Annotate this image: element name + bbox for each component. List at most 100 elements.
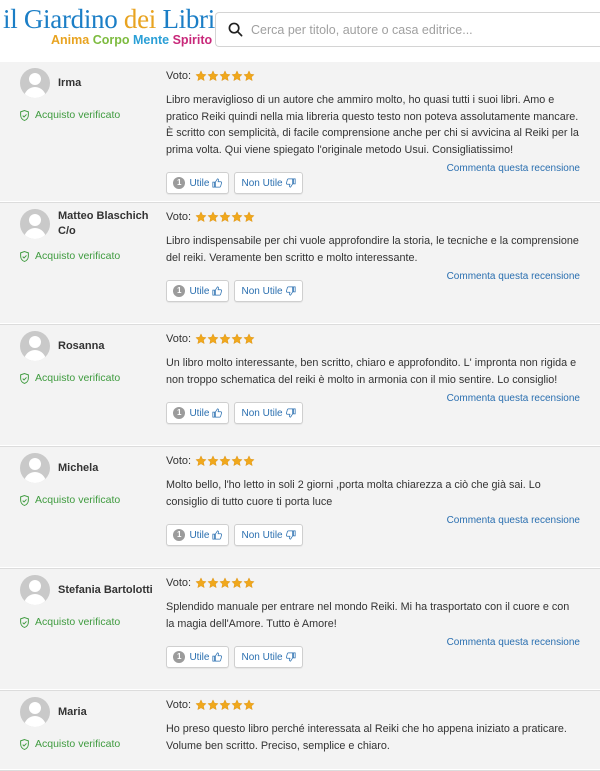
review-username: Rosanna <box>58 339 105 352</box>
review-author: Matteo Blaschich C/o Acquisto verificato <box>0 203 160 323</box>
rating-label: Voto: <box>166 699 192 711</box>
star-icon <box>231 699 243 711</box>
thumbs-down-icon <box>283 530 296 540</box>
logo-libri: Libri <box>162 4 215 34</box>
star-icon <box>231 577 243 589</box>
non-utile-button[interactable]: Non Utile <box>234 280 303 302</box>
review-author: Michela Acquisto verificato <box>0 447 160 567</box>
review-content: Voto: Splendido manuale per entrare nel m… <box>160 569 600 689</box>
utile-label: Utile <box>189 529 210 541</box>
review-author: Maria Acquisto verificato <box>0 691 160 769</box>
rating: Voto: <box>166 68 580 84</box>
reviews-list: Irma Acquisto verificato Voto: Libro meravi… <box>0 62 600 771</box>
non-utile-button[interactable]: Non Utile <box>234 402 303 424</box>
star-icon <box>219 455 231 467</box>
verified-badge: Acquisto verificato <box>20 616 160 628</box>
thumbs-up-icon <box>209 652 223 662</box>
shield-check-icon <box>20 372 35 384</box>
review-content: Voto: Libro indispensabile per chi vuole … <box>160 203 600 323</box>
utile-button[interactable]: 1 Utile <box>166 402 230 424</box>
review-actions: 1 Utile Non Utile Commenta questa recension… <box>166 271 580 302</box>
shield-check-icon <box>20 494 35 506</box>
commenta-link[interactable]: Commenta questa recensione <box>447 393 580 404</box>
review-content: Voto: Un libro molto interessante, ben sc… <box>160 325 600 445</box>
non-utile-button[interactable]: Non Utile <box>234 646 303 668</box>
utile-count: 1 <box>173 177 186 189</box>
non-utile-label: Non Utile <box>241 529 283 541</box>
thumbs-down-icon <box>283 408 296 418</box>
verified-badge: Acquisto verificato <box>20 250 160 262</box>
non-utile-label: Non Utile <box>241 285 283 297</box>
star-icon <box>207 577 219 589</box>
commenta-link[interactable]: Commenta questa recensione <box>447 637 580 648</box>
star-icon <box>243 333 255 345</box>
rating-stars <box>195 577 255 589</box>
non-utile-label: Non Utile <box>241 407 283 419</box>
star-icon <box>207 333 219 345</box>
review-card: Michela Acquisto verificato Voto: Molto bel… <box>0 447 600 569</box>
rating: Voto: <box>166 331 580 347</box>
rating: Voto: <box>166 697 580 713</box>
search-bar[interactable] <box>215 12 600 47</box>
avatar <box>20 697 50 727</box>
star-icon <box>195 70 207 82</box>
site-header: il Giardino dei Libri Anima Corpo Mente … <box>0 0 600 62</box>
rating-stars <box>195 333 255 345</box>
star-icon <box>207 455 219 467</box>
avatar <box>20 575 50 605</box>
search-icon[interactable] <box>219 12 251 47</box>
review-card: Irma Acquisto verificato Voto: Libro meravi… <box>0 62 600 203</box>
verified-badge: Acquisto verificato <box>20 109 160 121</box>
star-icon <box>243 699 255 711</box>
rating-label: Voto: <box>166 333 192 345</box>
review-actions: 1 Utile Non Utile Commenta questa recension… <box>166 163 580 194</box>
review-actions: 1 Utile Non Utile Commenta questa recension… <box>166 393 580 424</box>
non-utile-button[interactable]: Non Utile <box>234 524 303 546</box>
review-content: Voto: Ho preso questo libro perché intere… <box>160 691 600 769</box>
rating-label: Voto: <box>166 211 192 223</box>
utile-button[interactable]: 1 Utile <box>166 524 230 546</box>
utile-button[interactable]: 1 Utile <box>166 172 230 194</box>
non-utile-label: Non Utile <box>241 651 283 663</box>
star-icon <box>231 333 243 345</box>
review-username: Michela <box>58 461 99 474</box>
star-icon <box>243 577 255 589</box>
thumbs-up-icon <box>209 178 223 188</box>
commenta-link[interactable]: Commenta questa recensione <box>447 515 580 526</box>
avatar <box>20 209 50 239</box>
star-icon <box>243 211 255 223</box>
utile-button[interactable]: 1 Utile <box>166 646 230 668</box>
commenta-link[interactable]: Commenta questa recensione <box>447 163 580 174</box>
review-text: Libro meraviglioso di un autore che ammi… <box>166 94 579 156</box>
star-icon <box>243 70 255 82</box>
thumbs-up-icon <box>209 408 223 418</box>
review-text: Libro indispensabile per chi vuole appro… <box>166 235 579 264</box>
star-icon <box>207 699 219 711</box>
review-username: Maria <box>58 705 87 718</box>
star-icon <box>243 455 255 467</box>
avatar <box>20 331 50 361</box>
rating-stars <box>195 455 255 467</box>
rating-stars <box>195 699 255 711</box>
search-input[interactable] <box>251 22 571 37</box>
star-icon <box>207 211 219 223</box>
non-utile-button[interactable]: Non Utile <box>234 172 303 194</box>
verified-label: Acquisto verificato <box>35 372 121 384</box>
rating-label: Voto: <box>166 70 192 82</box>
site-logo[interactable]: il Giardino dei Libri Anima Corpo Mente … <box>0 0 215 62</box>
utile-label: Utile <box>189 651 210 663</box>
tagline-mente: Mente <box>132 33 170 47</box>
logo-dei: dei <box>123 4 156 34</box>
review-author: Rosanna Acquisto verificato <box>0 325 160 445</box>
star-icon <box>195 455 207 467</box>
review-text: Un libro molto interessante, ben scritto… <box>166 357 577 386</box>
utile-count: 1 <box>173 285 186 297</box>
utile-button[interactable]: 1 Utile <box>166 280 230 302</box>
verified-label: Acquisto verificato <box>35 109 121 121</box>
review-card: Stefania Bartolotti Acquisto verificato Vo… <box>0 569 600 691</box>
star-icon <box>195 211 207 223</box>
thumbs-down-icon <box>283 652 296 662</box>
star-icon <box>207 70 219 82</box>
commenta-link[interactable]: Commenta questa recensione <box>447 271 580 282</box>
star-icon <box>195 699 207 711</box>
